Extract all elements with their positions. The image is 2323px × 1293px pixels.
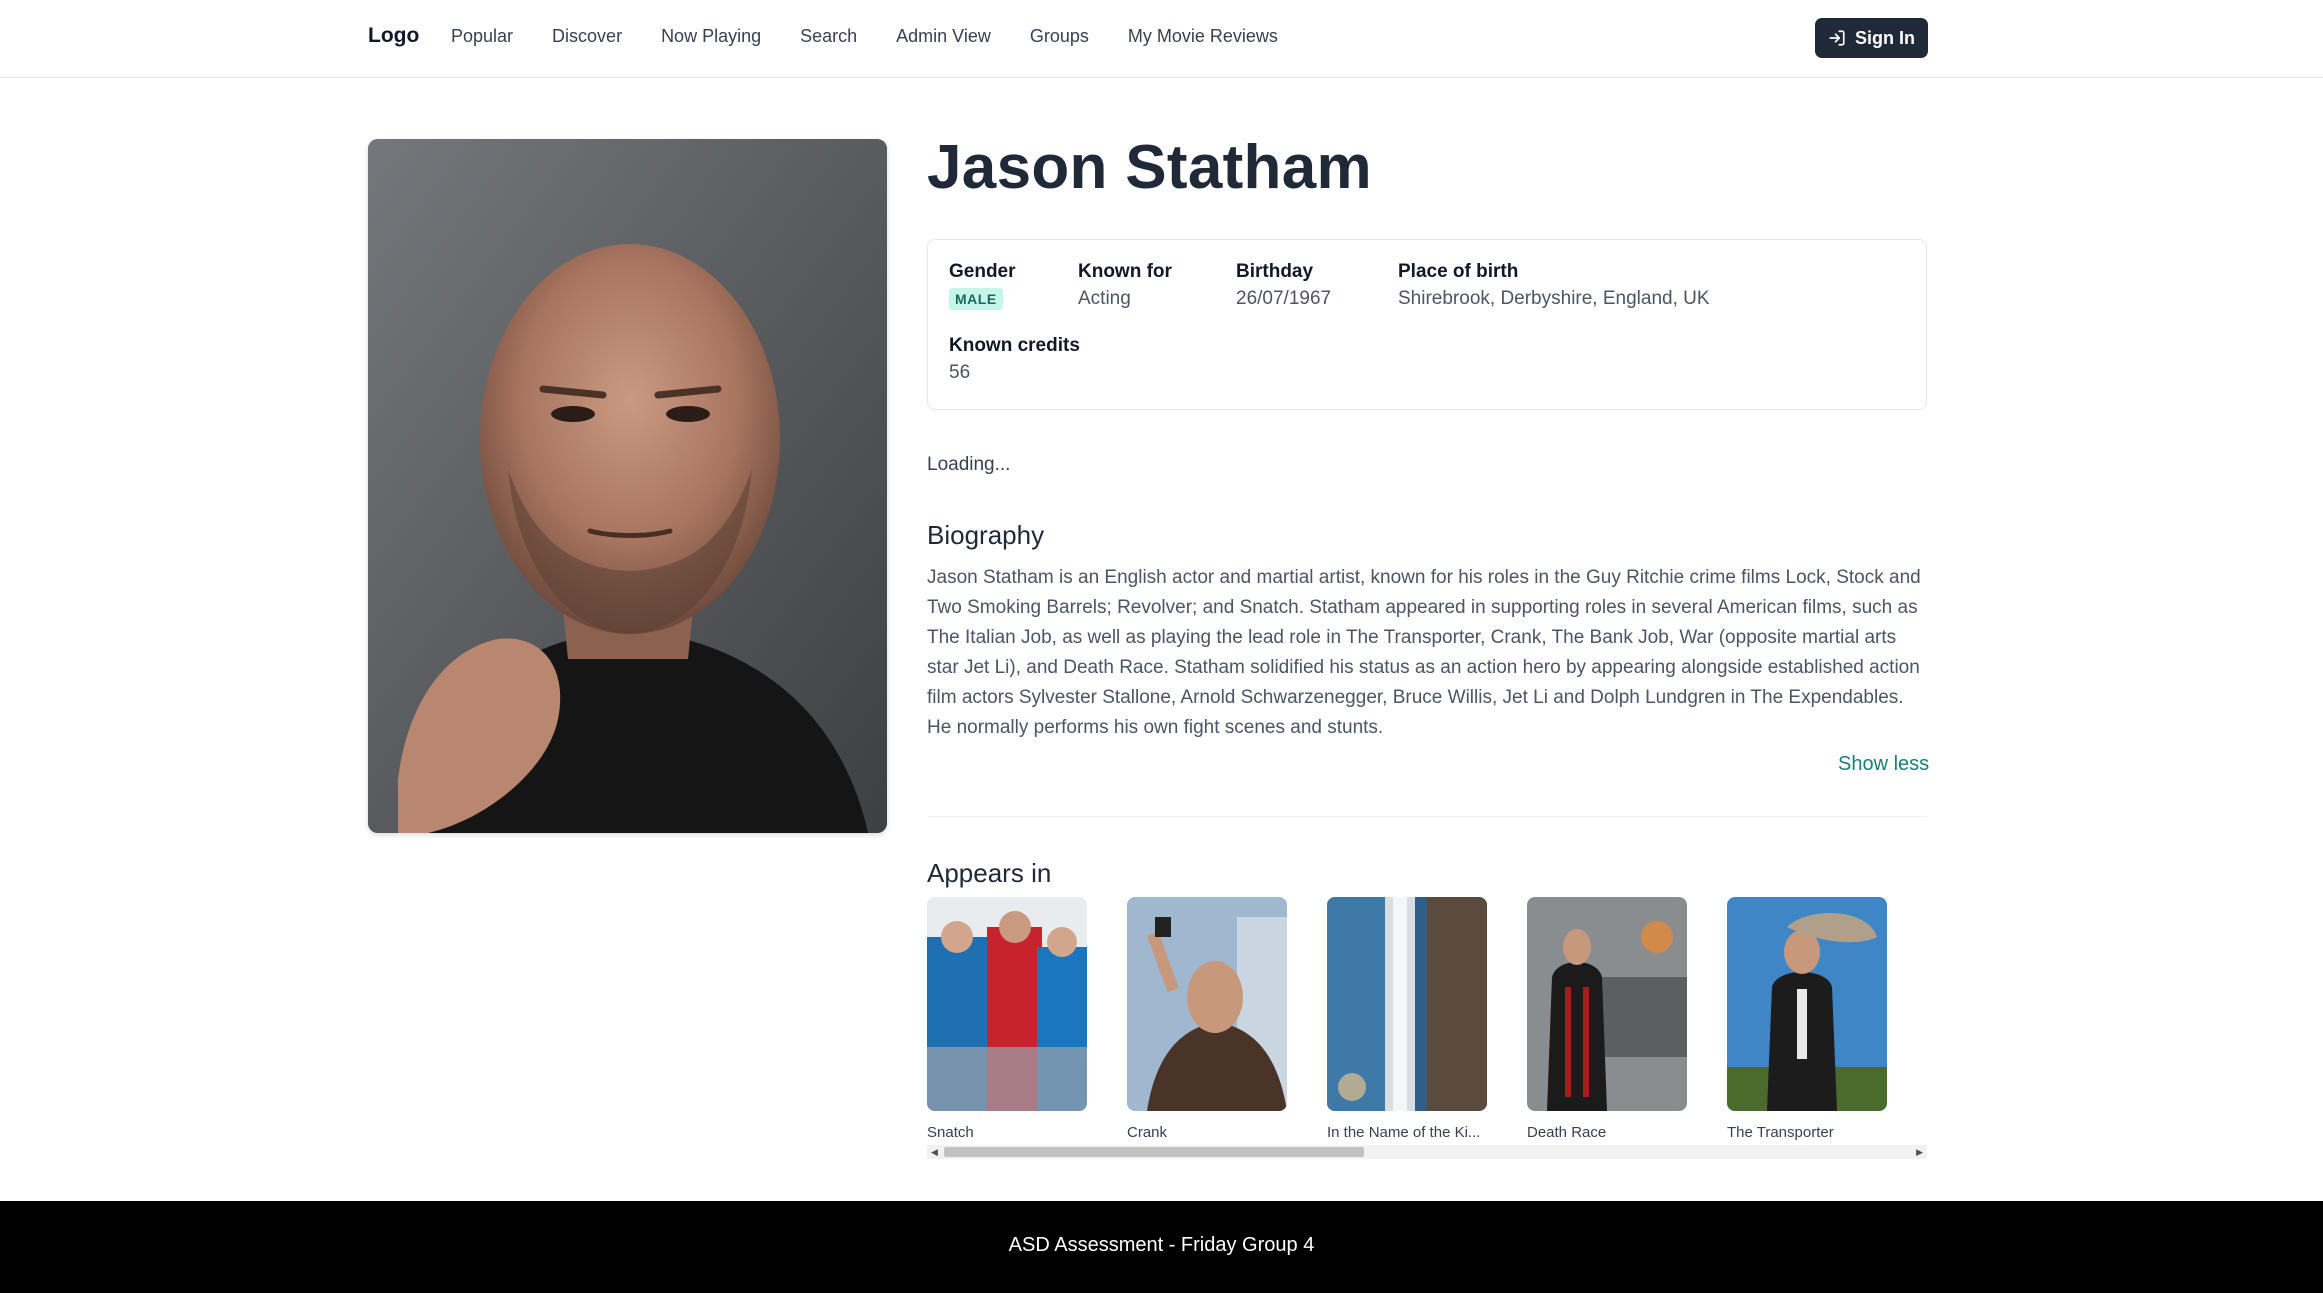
scrollbar-thumb[interactable] (944, 1147, 1364, 1157)
footer: ASD Assessment - Friday Group 4 (0, 1201, 2323, 1293)
movie-title: The Transporter (1727, 1124, 1834, 1141)
movie-title: Snatch (927, 1124, 974, 1141)
scroll-left-icon[interactable]: ◀ (931, 1147, 938, 1157)
show-less-link[interactable]: Show less (1838, 753, 1929, 776)
nav-link-discover[interactable]: Discover (552, 26, 622, 47)
sign-in-button[interactable]: Sign In (1815, 18, 1928, 58)
nav-link-groups[interactable]: Groups (1030, 26, 1089, 47)
birthday-field: Birthday 26/07/1967 (1236, 261, 1331, 310)
known-credits-field: Known credits 56 (949, 335, 1080, 384)
loading-text: Loading... (927, 454, 1011, 475)
movie-poster[interactable] (1527, 897, 1687, 1111)
sign-in-icon (1829, 30, 1845, 46)
top-navbar: Logo Popular Discover Now Playing Search… (0, 0, 2323, 78)
place-of-birth-label: Place of birth (1398, 261, 1519, 282)
movie-card-snatch[interactable]: Snatch (927, 897, 1087, 1141)
movie-card-in-the-name-of-the-king[interactable]: In the Name of the Ki... (1327, 897, 1487, 1141)
movie-card-the-transporter[interactable]: The Transporter (1727, 897, 1887, 1141)
place-of-birth-field: Place of birth Shirebrook, Derbyshire, E… (1398, 261, 1710, 310)
movie-poster[interactable] (927, 897, 1087, 1111)
nav-link-now-playing[interactable]: Now Playing (661, 26, 761, 47)
birthday-label: Birthday (1236, 261, 1314, 282)
movie-poster[interactable] (1127, 897, 1287, 1111)
nav-links: Popular Discover Now Playing Search Admi… (451, 26, 1317, 47)
movie-card-crank[interactable]: Crank (1127, 897, 1287, 1141)
person-info-card: Gender MALE Known for Acting Birthday 26… (927, 239, 1927, 410)
nav-link-admin-view[interactable]: Admin View (896, 26, 991, 47)
gender-label: Gender (949, 261, 1016, 282)
movie-poster[interactable] (1727, 897, 1887, 1111)
appears-in-heading: Appears in (927, 858, 1052, 888)
scroll-right-icon[interactable]: ▶ (1916, 1147, 1923, 1157)
person-name: Jason Statham (927, 133, 1372, 202)
biography-text: Jason Statham is an English actor and ma… (927, 567, 1921, 738)
nav-link-my-movie-reviews[interactable]: My Movie Reviews (1128, 26, 1278, 47)
person-portrait (368, 139, 887, 833)
birthday-value: 26/07/1967 (1236, 288, 1332, 309)
nav-link-popular[interactable]: Popular (451, 26, 513, 47)
known-credits-label: Known credits (949, 335, 1080, 356)
movie-title: In the Name of the Ki... (1327, 1124, 1481, 1141)
appears-in-carousel[interactable]: Snatch Crank In the Name of the Ki... De… (927, 897, 1927, 1159)
movie-title: Death Race (1527, 1124, 1607, 1141)
movie-title: Crank (1127, 1124, 1168, 1141)
footer-text: ASD Assessment - Friday Group 4 (1008, 1234, 1315, 1256)
carousel-scrollbar[interactable]: ◀ ▶ (927, 1145, 1927, 1159)
place-of-birth-value: Shirebrook, Derbyshire, England, UK (1398, 288, 1710, 309)
movie-card-death-race[interactable]: Death Race (1527, 897, 1687, 1141)
section-divider (927, 816, 1927, 817)
biography-heading: Biography (927, 520, 1045, 550)
gender-field: Gender MALE (949, 261, 1016, 310)
nav-link-search[interactable]: Search (800, 26, 857, 47)
known-for-value: Acting (1078, 288, 1131, 309)
sign-in-label: Sign In (1855, 27, 1915, 48)
known-credits-value: 56 (949, 362, 971, 383)
known-for-label: Known for (1078, 261, 1172, 282)
gender-badge: MALE (949, 288, 1003, 310)
logo[interactable]: Logo (368, 24, 419, 48)
known-for-field: Known for Acting (1078, 261, 1172, 310)
movie-poster[interactable] (1327, 897, 1487, 1111)
